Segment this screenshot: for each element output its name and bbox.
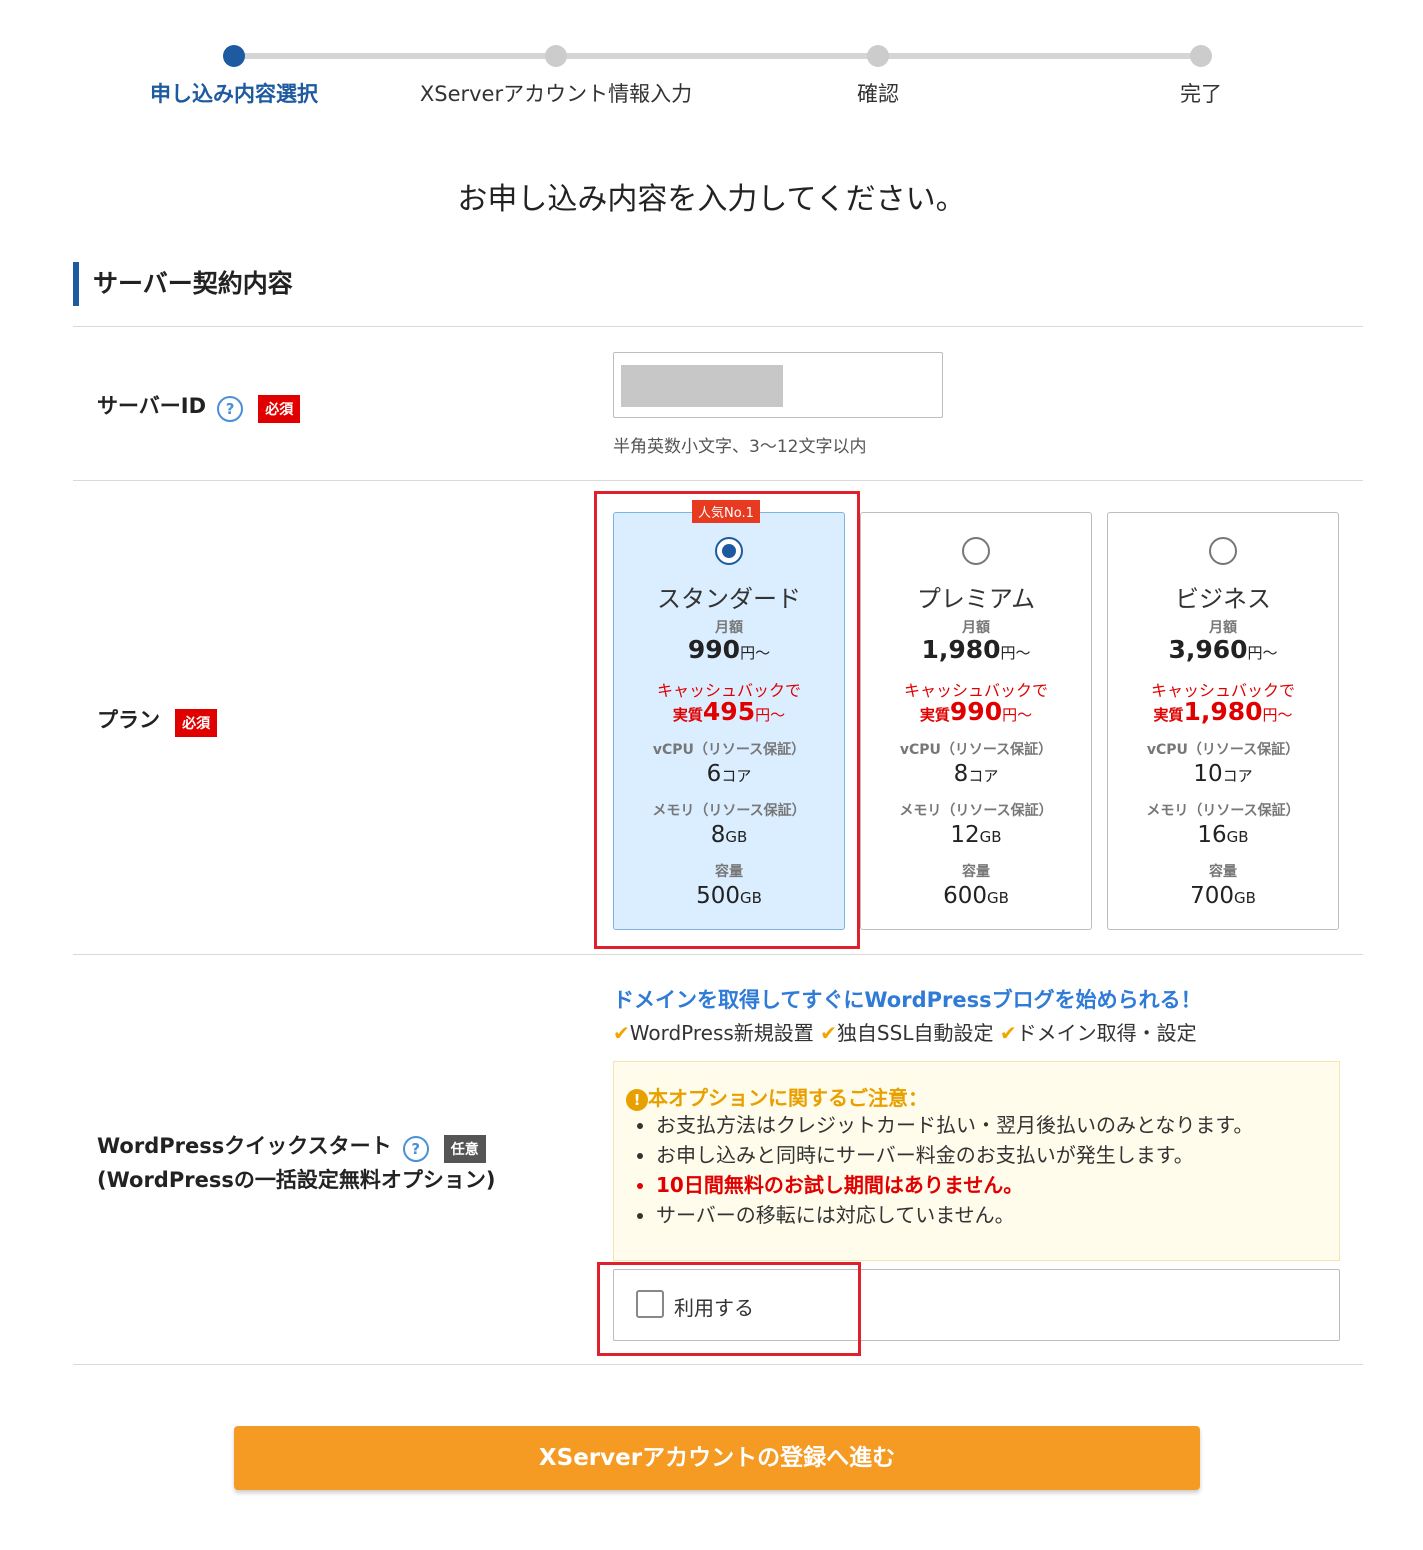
plan-name: ビジネス <box>1175 585 1271 613</box>
notice-item: サーバーの移転には対応していません。 <box>656 1202 1253 1228</box>
plan-radio-premium[interactable] <box>962 537 990 565</box>
vcpu-value: 10コア <box>1108 761 1338 787</box>
gb-unit: GB <box>986 889 1009 907</box>
real-price: 実質1,980円〜 <box>1108 697 1338 726</box>
monthly-label: 月額 <box>1209 620 1237 636</box>
step-line-3 <box>878 53 1201 59</box>
section-title: サーバー契約内容 <box>73 262 293 306</box>
server-id-input[interactable] <box>613 352 943 418</box>
capacity-label: 容量 <box>962 864 990 880</box>
notice-item: お申し込みと同時にサーバー料金のお支払いが発生します。 <box>656 1142 1253 1168</box>
divider <box>73 326 1363 327</box>
help-icon[interactable]: ? <box>402 1135 429 1162</box>
step-dot-1 <box>223 45 245 67</box>
capacity-number: 700 <box>1190 883 1234 909</box>
memory-label: メモリ（リソース保証） <box>1146 803 1300 819</box>
price-unit: 円〜 <box>1262 706 1293 724</box>
memory-value: 12GB <box>861 822 1091 848</box>
check-icon: ✔ <box>613 1021 630 1045</box>
monthly-price: 1,980円〜 <box>861 635 1091 664</box>
step-line-1 <box>234 53 556 59</box>
page-title: お申し込み内容を入力してください。 <box>457 182 966 217</box>
server-id-hint: 半角英数小文字、3〜12文字以内 <box>613 437 867 457</box>
wordpress-feature-list: ✔WordPress新規設置 ✔独自SSL自動設定 ✔ドメイン取得・設定 <box>613 1017 1197 1046</box>
notice-title-text: 本オプションに関するご注意： <box>648 1086 928 1110</box>
notice-title: ! 本オプションに関するご注意： <box>626 1082 928 1111</box>
step-dot-3 <box>867 45 889 67</box>
feature-item: 独自SSL自動設定 <box>836 1021 994 1045</box>
step-label-confirm: 確認 <box>857 82 899 106</box>
notice-item-warning: 10日間無料のお試し期間はありません。 <box>656 1172 1253 1198</box>
plan-label: プラン <box>97 708 160 732</box>
memory-number: 16 <box>1197 822 1227 848</box>
feature-item: WordPress新規設置 <box>629 1021 814 1045</box>
capacity-label: 容量 <box>1209 864 1237 880</box>
proceed-to-registration-button[interactable]: XServerアカウントの登録へ進む <box>234 1426 1200 1490</box>
step-dot-2 <box>545 45 567 67</box>
optional-badge: 任意 <box>443 1134 486 1163</box>
memory-number: 12 <box>950 822 980 848</box>
real-prefix: 実質 <box>919 706 950 724</box>
vcpu-value: 8コア <box>861 761 1091 787</box>
price-value: 1,980 <box>921 635 1001 664</box>
vcpu-label: vCPU（リソース保証） <box>899 742 1053 758</box>
capacity-number: 600 <box>943 883 987 909</box>
vcpu-number: 10 <box>1193 761 1223 787</box>
divider <box>73 1364 1363 1365</box>
capacity-value: 600GB <box>861 883 1091 909</box>
price-unit: 円〜 <box>1247 644 1278 662</box>
required-badge: 必須 <box>258 394 301 423</box>
notice-item: お支払方法はクレジットカード払い・翌月後払いのみとなります。 <box>656 1112 1253 1138</box>
feature-item: ドメイン取得・設定 <box>1016 1021 1197 1045</box>
required-badge: 必須 <box>175 708 218 737</box>
plan-label-group: プラン 必須 <box>97 704 218 737</box>
real-price-value: 1,980 <box>1183 697 1263 726</box>
divider <box>73 480 1363 481</box>
step-line-2 <box>556 53 878 59</box>
capacity-value: 700GB <box>1108 883 1338 909</box>
monthly-label: 月額 <box>962 620 990 636</box>
server-id-label: サーバーID <box>97 394 207 418</box>
plan-card-premium[interactable]: プレミアム 月額 1,980円〜 キャッシュバックで 実質990円〜 vCPU（… <box>860 512 1092 930</box>
gb-unit: GB <box>1233 889 1256 907</box>
step-label-account: XServerアカウント情報入力 <box>419 82 693 106</box>
price-unit: 円〜 <box>1002 706 1033 724</box>
wordpress-label: WordPressクイックスタート <box>97 1134 392 1158</box>
memory-value: 16GB <box>1108 822 1338 848</box>
real-price-value: 990 <box>949 697 1003 726</box>
option-notice-box: !本オプションに関するご注意： お支払方法はクレジットカード払い・翌月後払いのみ… <box>613 1061 1340 1261</box>
real-prefix: 実質 <box>1153 706 1184 724</box>
server-id-label-group: サーバーID ? 必須 <box>97 390 301 423</box>
wordpress-sub-label: (WordPressの一括設定無料オプション) <box>97 1168 496 1192</box>
vcpu-label: vCPU（リソース保証） <box>1146 742 1300 758</box>
memory-label: メモリ（リソース保証） <box>899 803 1053 819</box>
gb-unit: GB <box>979 828 1002 846</box>
highlight-box-checkbox <box>597 1262 861 1356</box>
plan-card-business[interactable]: ビジネス 月額 3,960円〜 キャッシュバックで 実質1,980円〜 vCPU… <box>1107 512 1339 930</box>
check-icon: ✔ <box>820 1021 837 1045</box>
redacted-value <box>621 365 783 407</box>
step-label-selection: 申し込み内容選択 <box>150 82 318 106</box>
real-price: 実質990円〜 <box>861 697 1091 726</box>
monthly-price: 3,960円〜 <box>1108 635 1338 664</box>
divider <box>73 954 1363 955</box>
help-icon[interactable]: ? <box>217 395 244 422</box>
plan-name: プレミアム <box>916 585 1036 613</box>
highlight-box-plan <box>594 491 860 949</box>
price-value: 3,960 <box>1168 635 1248 664</box>
price-unit: 円〜 <box>1000 644 1031 662</box>
wordpress-label-group: WordPressクイックスタート ? 任意 <box>97 1130 486 1163</box>
plan-radio-business[interactable] <box>1209 537 1237 565</box>
gb-unit: GB <box>1226 828 1249 846</box>
check-icon: ✔ <box>999 1021 1017 1045</box>
wordpress-promo-text: ドメインを取得してすぐにWordPressブログを始められる！ <box>613 988 1202 1012</box>
core-unit: コア <box>968 767 999 785</box>
vcpu-number: 8 <box>953 761 969 787</box>
notice-list: お支払方法はクレジットカード払い・翌月後払いのみとなります。 お申し込みと同時に… <box>618 1108 1253 1232</box>
step-label-complete: 完了 <box>1180 82 1222 106</box>
core-unit: コア <box>1222 767 1253 785</box>
step-dot-4 <box>1190 45 1212 67</box>
